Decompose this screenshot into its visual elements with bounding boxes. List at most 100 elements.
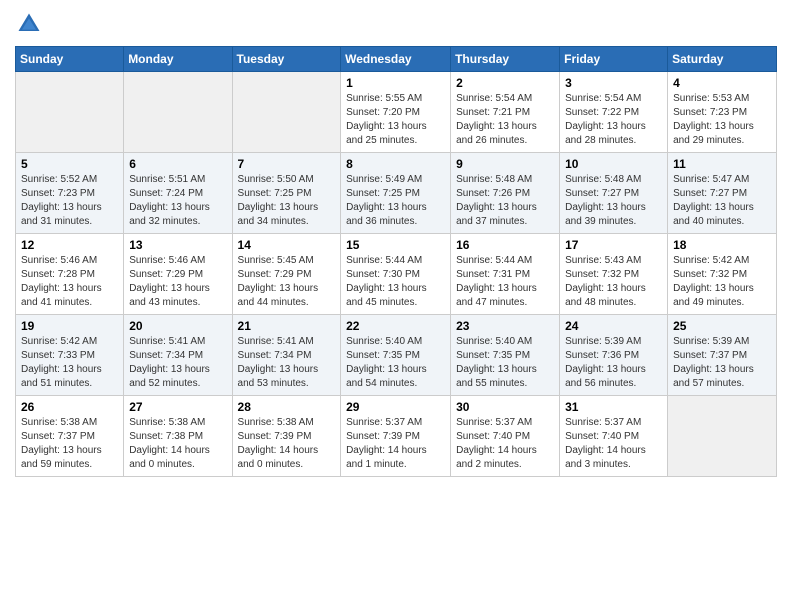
calendar-day-cell (232, 72, 341, 153)
day-of-week-header: Thursday (451, 47, 560, 72)
day-number: 4 (673, 76, 771, 90)
day-info: Sunrise: 5:44 AM Sunset: 7:30 PM Dayligh… (346, 254, 445, 310)
calendar-day-cell (124, 72, 232, 153)
logo-icon (15, 10, 43, 38)
day-number: 9 (456, 157, 554, 171)
day-info: Sunrise: 5:45 AM Sunset: 7:29 PM Dayligh… (238, 254, 336, 310)
calendar-day-cell: 3 Sunrise: 5:54 AM Sunset: 7:22 PM Daylig… (560, 72, 668, 153)
day-of-week-header: Tuesday (232, 47, 341, 72)
calendar-day-cell: 27Sunrise: 5:38 AM Sunset: 7:38 PM Dayli… (124, 396, 232, 477)
calendar-day-cell: 31Sunrise: 5:37 AM Sunset: 7:40 PM Dayli… (560, 396, 668, 477)
calendar-day-cell: 9 Sunrise: 5:48 AM Sunset: 7:26 PM Daylig… (451, 153, 560, 234)
day-info: Sunrise: 5:43 AM Sunset: 7:32 PM Dayligh… (565, 254, 662, 310)
day-number: 21 (238, 319, 336, 333)
calendar-day-cell: 11 Sunrise: 5:47 AM Sunset: 7:27 PM Dayli… (668, 153, 777, 234)
day-number: 23 (456, 319, 554, 333)
calendar-week-row: 26 Sunrise: 5:38 AM Sunset: 7:37 PM Dayli… (16, 396, 777, 477)
day-info: Sunrise: 5:41 AM Sunset: 7:34 PM Dayligh… (129, 335, 226, 391)
calendar-day-cell: 24 Sunrise: 5:39 AM Sunset: 7:36 PM Dayli… (560, 315, 668, 396)
day-of-week-header: Friday (560, 47, 668, 72)
day-info: Sunrise: 5:38 AM Sunset: 7:38 PM Dayligh… (129, 416, 226, 472)
day-info: Sunrise: 5:49 AM Sunset: 7:25 PM Dayligh… (346, 173, 445, 229)
day-info: Sunrise: 5:55 AM Sunset: 7:20 PM Dayligh… (346, 92, 445, 148)
day-number: 8 (346, 157, 445, 171)
calendar-day-cell: 14 Sunrise: 5:45 AM Sunset: 7:29 PM Dayli… (232, 234, 341, 315)
day-number: 15 (346, 238, 445, 252)
calendar-day-cell: 26 Sunrise: 5:38 AM Sunset: 7:37 PM Dayli… (16, 396, 124, 477)
day-info: Sunrise: 5:40 AM Sunset: 7:35 PM Dayligh… (456, 335, 554, 391)
calendar-day-cell: 25 Sunrise: 5:39 AM Sunset: 7:37 PM Dayli… (668, 315, 777, 396)
day-info: Sunrise: 5:38 AM Sunset: 7:39 PM Dayligh… (238, 416, 336, 472)
day-of-week-header: Saturday (668, 47, 777, 72)
day-info: Sunrise: 5:46 AM Sunset: 7:28 PM Dayligh… (21, 254, 118, 310)
calendar-day-cell: 19 Sunrise: 5:42 AM Sunset: 7:33 PM Dayli… (16, 315, 124, 396)
day-number: 12 (21, 238, 118, 252)
calendar-day-cell: 2Sunrise: 5:54 AM Sunset: 7:21 PM Daylig… (451, 72, 560, 153)
calendar-week-row: 19 Sunrise: 5:42 AM Sunset: 7:33 PM Dayli… (16, 315, 777, 396)
day-number: 11 (673, 157, 771, 171)
calendar-day-cell: 21 Sunrise: 5:41 AM Sunset: 7:34 PM Dayli… (232, 315, 341, 396)
day-number: 25 (673, 319, 771, 333)
calendar-day-cell (16, 72, 124, 153)
day-number: 14 (238, 238, 336, 252)
calendar-day-cell: 23 Sunrise: 5:40 AM Sunset: 7:35 PM Dayli… (451, 315, 560, 396)
calendar-day-cell: 10 Sunrise: 5:48 AM Sunset: 7:27 PM Dayli… (560, 153, 668, 234)
day-number: 1 (346, 76, 445, 90)
calendar-day-cell: 29 Sunrise: 5:37 AM Sunset: 7:39 PM Dayli… (341, 396, 451, 477)
day-info: Sunrise: 5:41 AM Sunset: 7:34 PM Dayligh… (238, 335, 336, 391)
day-number: 28 (238, 400, 336, 414)
calendar-day-cell: 16 Sunrise: 5:44 AM Sunset: 7:31 PM Dayli… (451, 234, 560, 315)
calendar-day-cell: 13 Sunrise: 5:46 AM Sunset: 7:29 PM Dayli… (124, 234, 232, 315)
page-header (15, 10, 777, 38)
day-number: 22 (346, 319, 445, 333)
day-number: 5 (21, 157, 118, 171)
calendar-day-cell: 22 Sunrise: 5:40 AM Sunset: 7:35 PM Dayli… (341, 315, 451, 396)
calendar-header-row: SundayMondayTuesdayWednesdayThursdayFrid… (16, 47, 777, 72)
day-number: 16 (456, 238, 554, 252)
day-number: 18 (673, 238, 771, 252)
day-info: Sunrise: 5:47 AM Sunset: 7:27 PM Dayligh… (673, 173, 771, 229)
day-number: 20 (129, 319, 226, 333)
day-info: Sunrise: 5:48 AM Sunset: 7:26 PM Dayligh… (456, 173, 554, 229)
day-number: 13 (129, 238, 226, 252)
day-info: Sunrise: 5:39 AM Sunset: 7:37 PM Dayligh… (673, 335, 771, 391)
day-info: Sunrise: 5:37 AM Sunset: 7:40 PM Dayligh… (565, 416, 662, 472)
day-info: Sunrise: 5:48 AM Sunset: 7:27 PM Dayligh… (565, 173, 662, 229)
day-info: Sunrise: 5:37 AM Sunset: 7:39 PM Dayligh… (346, 416, 445, 472)
day-info: Sunrise: 5:40 AM Sunset: 7:35 PM Dayligh… (346, 335, 445, 391)
calendar-day-cell: 8 Sunrise: 5:49 AM Sunset: 7:25 PM Daylig… (341, 153, 451, 234)
calendar-table: SundayMondayTuesdayWednesdayThursdayFrid… (15, 46, 777, 477)
day-info: Sunrise: 5:46 AM Sunset: 7:29 PM Dayligh… (129, 254, 226, 310)
calendar-day-cell: 12 Sunrise: 5:46 AM Sunset: 7:28 PM Dayli… (16, 234, 124, 315)
calendar-day-cell: 28 Sunrise: 5:38 AM Sunset: 7:39 PM Dayli… (232, 396, 341, 477)
calendar-page: SundayMondayTuesdayWednesdayThursdayFrid… (0, 0, 792, 612)
day-number: 3 (565, 76, 662, 90)
day-number: 10 (565, 157, 662, 171)
day-info: Sunrise: 5:42 AM Sunset: 7:33 PM Dayligh… (21, 335, 118, 391)
day-info: Sunrise: 5:38 AM Sunset: 7:37 PM Dayligh… (21, 416, 118, 472)
day-number: 19 (21, 319, 118, 333)
calendar-day-cell: 5Sunrise: 5:52 AM Sunset: 7:23 PM Daylig… (16, 153, 124, 234)
calendar-week-row: 5Sunrise: 5:52 AM Sunset: 7:23 PM Daylig… (16, 153, 777, 234)
day-number: 30 (456, 400, 554, 414)
day-of-week-header: Wednesday (341, 47, 451, 72)
day-number: 6 (129, 157, 226, 171)
calendar-day-cell: 17Sunrise: 5:43 AM Sunset: 7:32 PM Dayli… (560, 234, 668, 315)
calendar-day-cell: 1 Sunrise: 5:55 AM Sunset: 7:20 PM Daylig… (341, 72, 451, 153)
day-info: Sunrise: 5:50 AM Sunset: 7:25 PM Dayligh… (238, 173, 336, 229)
day-info: Sunrise: 5:51 AM Sunset: 7:24 PM Dayligh… (129, 173, 226, 229)
day-number: 29 (346, 400, 445, 414)
logo (15, 10, 47, 38)
day-info: Sunrise: 5:39 AM Sunset: 7:36 PM Dayligh… (565, 335, 662, 391)
calendar-week-row: 1 Sunrise: 5:55 AM Sunset: 7:20 PM Daylig… (16, 72, 777, 153)
calendar-day-cell: 18Sunrise: 5:42 AM Sunset: 7:32 PM Dayli… (668, 234, 777, 315)
day-number: 24 (565, 319, 662, 333)
day-info: Sunrise: 5:54 AM Sunset: 7:21 PM Dayligh… (456, 92, 554, 148)
calendar-day-cell: 4Sunrise: 5:53 AM Sunset: 7:23 PM Daylig… (668, 72, 777, 153)
calendar-week-row: 12 Sunrise: 5:46 AM Sunset: 7:28 PM Dayli… (16, 234, 777, 315)
calendar-day-cell: 6 Sunrise: 5:51 AM Sunset: 7:24 PM Daylig… (124, 153, 232, 234)
day-info: Sunrise: 5:54 AM Sunset: 7:22 PM Dayligh… (565, 92, 662, 148)
day-info: Sunrise: 5:44 AM Sunset: 7:31 PM Dayligh… (456, 254, 554, 310)
calendar-day-cell: 7Sunrise: 5:50 AM Sunset: 7:25 PM Daylig… (232, 153, 341, 234)
day-number: 26 (21, 400, 118, 414)
